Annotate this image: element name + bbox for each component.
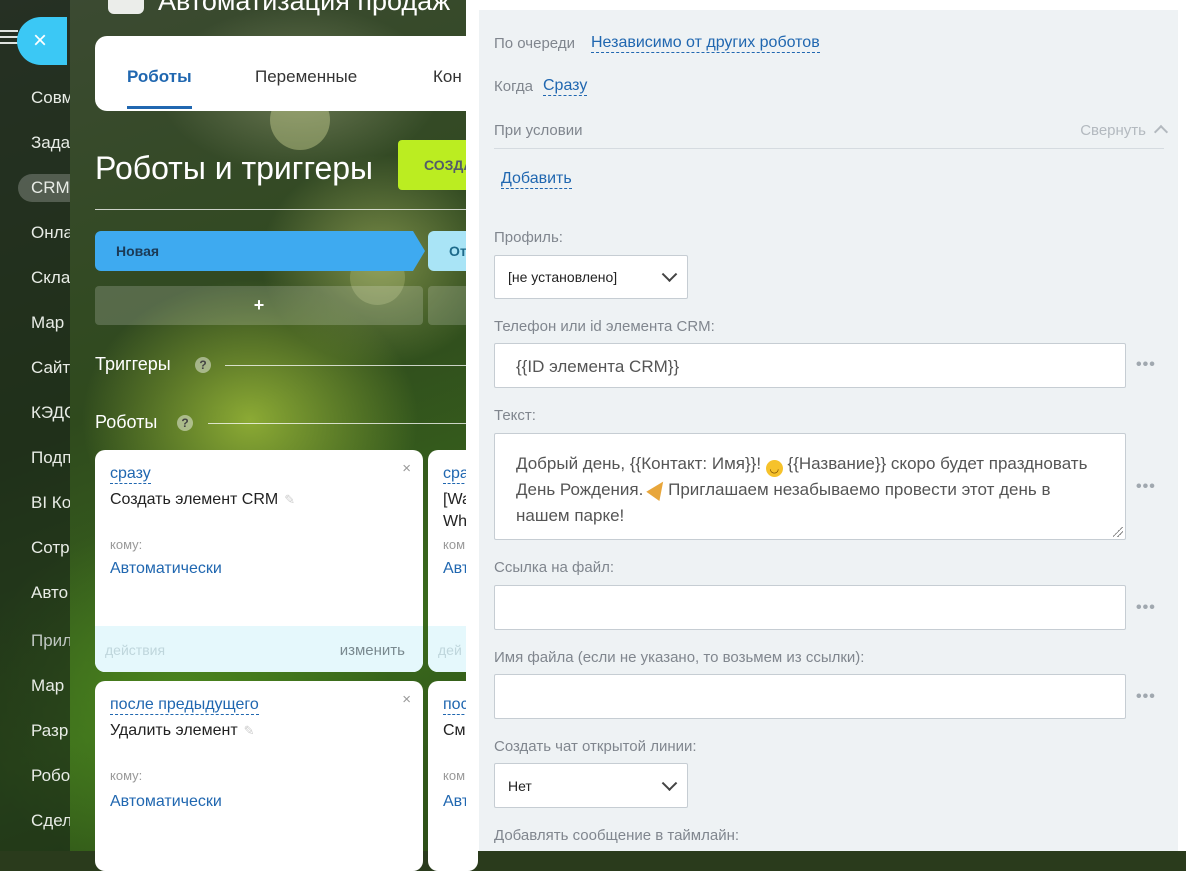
- tab-variables[interactable]: Переменные: [255, 67, 357, 87]
- menu-item[interactable]: Совм: [31, 88, 70, 108]
- pencil-icon[interactable]: ✎: [284, 492, 295, 507]
- active-tab-indicator: [127, 106, 192, 109]
- tab-robots[interactable]: Роботы: [127, 67, 192, 87]
- responsible-label: ком: [443, 537, 466, 552]
- robot-actions-label: действия: [105, 642, 166, 658]
- robot-card[interactable]: после предыдущего × Удалить элемент ✎ ком…: [95, 681, 423, 871]
- phone-label: Телефон или id элемента CRM:: [494, 318, 715, 335]
- menu-item[interactable]: Мар: [31, 313, 64, 333]
- tab-constants[interactable]: Кон: [433, 67, 462, 87]
- file-name-label: Имя файла (если не указано, то возьмем и…: [494, 649, 865, 666]
- party-popper-emoji-icon: [646, 477, 670, 501]
- stage-label: От: [449, 243, 467, 259]
- condition-label: При условии: [494, 122, 583, 139]
- responsible-label: кому:: [110, 537, 143, 552]
- help-icon[interactable]: ?: [195, 357, 211, 373]
- message-textarea[interactable]: Добрый день, {{Контакт: Имя}}! ◡ {{Назва…: [494, 433, 1126, 540]
- add-trigger-button[interactable]: +: [95, 286, 423, 325]
- menu-item-crm[interactable]: CRM: [18, 174, 70, 202]
- file-link-input[interactable]: [494, 585, 1126, 630]
- robot-delay-link[interactable]: сразу: [110, 465, 151, 484]
- chevron-down-icon: [661, 266, 678, 283]
- more-icon[interactable]: •••: [1136, 356, 1156, 374]
- help-icon[interactable]: ?: [177, 415, 193, 431]
- menu-item[interactable]: Сдел: [31, 811, 70, 831]
- robot-card-footer: действия изменить: [95, 626, 423, 672]
- add-condition-link[interactable]: Добавить: [501, 169, 572, 189]
- close-icon[interactable]: ×: [402, 691, 411, 708]
- robot-icon: [108, 0, 144, 14]
- robot-delay-link[interactable]: сра: [443, 465, 469, 484]
- menu-item[interactable]: Скла: [31, 268, 70, 288]
- plus-icon: +: [253, 295, 265, 315]
- robots-heading: Роботы: [95, 412, 158, 432]
- robot-title: См: [443, 722, 466, 739]
- divider: [95, 209, 475, 210]
- divider: [494, 148, 1164, 149]
- smile-emoji-icon: ◡: [765, 460, 783, 477]
- divider: [208, 423, 475, 424]
- more-icon[interactable]: •••: [1136, 688, 1156, 706]
- timeline-label: Добавлять сообщение в таймлайн:: [494, 827, 740, 844]
- profile-label: Профиль:: [494, 229, 563, 246]
- robot-delay-link[interactable]: пос: [443, 696, 469, 715]
- hamburger-icon[interactable]: [0, 30, 18, 44]
- more-icon[interactable]: •••: [1136, 599, 1156, 617]
- robot-delay-link[interactable]: после предыдущего: [110, 696, 259, 715]
- chevron-up-icon: [1153, 124, 1169, 140]
- phone-input[interactable]: {{ID элемента CRM}}: [494, 343, 1126, 388]
- queue-label: По очереди: [494, 35, 575, 52]
- more-icon[interactable]: •••: [1136, 478, 1156, 496]
- menu-item[interactable]: Авто: [31, 583, 68, 603]
- section-title: Роботы и триггеры: [95, 150, 374, 186]
- menu-item[interactable]: Робо: [31, 766, 70, 786]
- responsible-label: ком: [443, 768, 466, 783]
- file-link-label: Ссылка на файл:: [494, 559, 615, 576]
- triggers-heading: Триггеры: [95, 354, 171, 374]
- menu-item[interactable]: Зада: [31, 133, 70, 153]
- stage-label: Новая: [116, 243, 160, 259]
- menu-item[interactable]: BI Ко: [31, 493, 70, 513]
- resize-handle[interactable]: [1113, 527, 1123, 537]
- profile-select[interactable]: [не установлено]: [494, 255, 688, 299]
- left-menu: Совм Зада CRM Онла Скла Мар Сайт КЭДО По…: [0, 0, 70, 851]
- stage-new[interactable]: Новая: [95, 231, 425, 271]
- pencil-icon[interactable]: ✎: [244, 723, 255, 738]
- open-line-label: Создать чат открытой линии:: [494, 738, 697, 755]
- close-icon: ×: [32, 27, 47, 54]
- divider: [225, 365, 475, 366]
- robot-title: Создать элемент CRM ✎: [110, 491, 296, 508]
- responsible-label: кому:: [110, 768, 143, 783]
- close-icon[interactable]: ×: [402, 460, 411, 477]
- file-name-input[interactable]: [494, 674, 1126, 719]
- robot-card[interactable]: сразу × Создать элемент CRM ✎ кому: Автом…: [95, 450, 423, 672]
- open-line-select[interactable]: Нет: [494, 763, 688, 808]
- responsible-value[interactable]: Автоматически: [110, 560, 222, 578]
- collapse-link[interactable]: Свернуть: [1080, 122, 1169, 140]
- chevron-down-icon: [661, 774, 678, 791]
- robot-title: Удалить элемент ✎: [110, 722, 255, 739]
- menu-item[interactable]: Онла: [31, 223, 70, 243]
- edit-robot-link[interactable]: изменить: [340, 642, 405, 659]
- responsible-value[interactable]: Автоматически: [110, 793, 222, 811]
- menu-item[interactable]: Разр: [31, 721, 68, 741]
- robot-title: Wh: [443, 513, 467, 530]
- robot-actions-label: дей: [438, 642, 462, 658]
- menu-item[interactable]: Сайт: [31, 358, 70, 378]
- menu-item[interactable]: Подп: [31, 448, 70, 468]
- menu-item[interactable]: КЭДО: [31, 403, 70, 423]
- when-value-link[interactable]: Сразу: [543, 76, 588, 96]
- menu-item[interactable]: Сотр: [31, 538, 70, 558]
- when-label: Когда: [494, 78, 533, 95]
- close-slider-button[interactable]: ×: [17, 17, 67, 65]
- panel-body: [479, 10, 1178, 851]
- page-title: Автоматизация продаж: [158, 0, 451, 16]
- queue-value-link[interactable]: Независимо от других роботов: [591, 33, 820, 53]
- tabs-bar: Роботы Переменные Кон: [95, 36, 475, 111]
- text-label: Текст:: [494, 407, 536, 424]
- menu-item[interactable]: Мар: [31, 676, 64, 696]
- menu-item[interactable]: Прил: [31, 631, 70, 651]
